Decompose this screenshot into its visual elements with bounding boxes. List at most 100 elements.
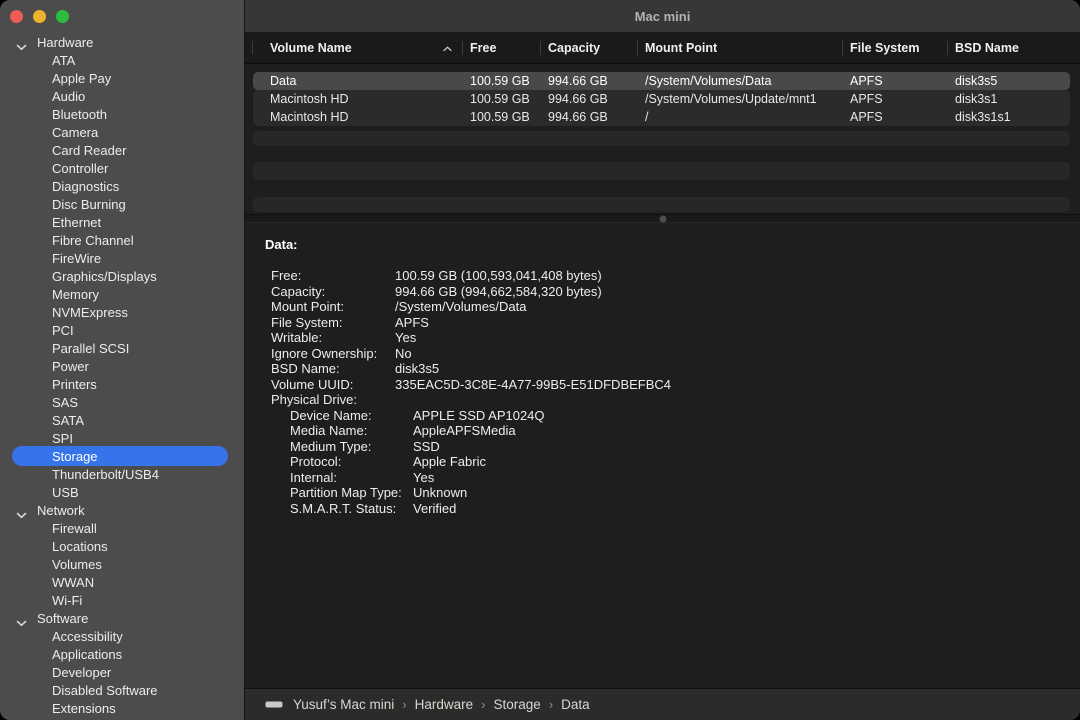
column-header-capacity[interactable]: Capacity xyxy=(540,33,637,63)
breadcrumb-separator: › xyxy=(481,697,485,712)
breadcrumb-item-data[interactable]: Data xyxy=(561,697,590,712)
cell-file-system: APFS xyxy=(842,110,947,124)
cell-mount-point: /System/Volumes/Update/mnt1 xyxy=(637,92,842,106)
sidebar-item-memory[interactable]: Memory xyxy=(0,285,243,303)
detail-field-protocol: Protocol:Apple Fabric xyxy=(245,454,1080,470)
sidebar-item-usb[interactable]: USB xyxy=(0,483,243,501)
detail-field-value: 335EAC5D-3C8E-4A77-99B5-E51DFDBEFBC4 xyxy=(395,377,671,393)
detail-field-partition-map-type: Partition Map Type:Unknown xyxy=(245,485,1080,501)
sidebar-item-wi-fi[interactable]: Wi-Fi xyxy=(0,591,243,609)
sidebar-item-printers[interactable]: Printers xyxy=(0,375,243,393)
sidebar-item-disc-burning[interactable]: Disc Burning xyxy=(0,195,243,213)
sidebar-item-thunderbolt-usb4[interactable]: Thunderbolt/USB4 xyxy=(0,465,243,483)
sidebar-item-power[interactable]: Power xyxy=(0,357,243,375)
sidebar-item-ata[interactable]: ATA xyxy=(0,51,243,69)
sidebar-item-firewire[interactable]: FireWire xyxy=(0,249,243,267)
column-header-bsd-name[interactable]: BSD Name xyxy=(947,33,1080,63)
cell-bsd-name: disk3s1s1 xyxy=(947,110,1070,124)
sidebar-group-software[interactable]: Software xyxy=(0,609,243,627)
sidebar-group-network[interactable]: Network xyxy=(0,501,243,519)
window-controls xyxy=(10,10,69,23)
window-title: Mac mini xyxy=(635,9,691,24)
sidebar-item-sata[interactable]: SATA xyxy=(0,411,243,429)
chevron-down-icon xyxy=(16,507,27,514)
sidebar: HardwareATAApple PayAudioBluetoothCamera… xyxy=(0,0,245,720)
detail-field-value: Yes xyxy=(395,330,416,346)
detail-field-label: Physical Drive: xyxy=(271,392,395,408)
sidebar-item-pci[interactable]: PCI xyxy=(0,321,243,339)
sidebar-item-diagnostics[interactable]: Diagnostics xyxy=(0,177,243,195)
detail-field-ignore-ownership: Ignore Ownership:No xyxy=(245,346,1080,362)
chevron-down-icon xyxy=(16,39,27,46)
sidebar-item-disabled-software[interactable]: Disabled Software xyxy=(0,681,243,699)
sidebar-item-fibre-channel[interactable]: Fibre Channel xyxy=(0,231,243,249)
sidebar-item-spi[interactable]: SPI xyxy=(0,429,243,447)
breadcrumb-item-yusuf-s-mac-mini[interactable]: Yusuf’s Mac mini xyxy=(293,697,394,712)
sidebar-item-locations[interactable]: Locations xyxy=(0,537,243,555)
column-header-volume-name[interactable]: Volume Name xyxy=(253,33,462,63)
sidebar-nav: HardwareATAApple PayAudioBluetoothCamera… xyxy=(0,33,243,717)
detail-field-label: Partition Map Type: xyxy=(290,485,413,501)
sidebar-item-firewall[interactable]: Firewall xyxy=(0,519,243,537)
sidebar-group-hardware[interactable]: Hardware xyxy=(0,33,243,51)
sidebar-item-applications[interactable]: Applications xyxy=(0,645,243,663)
cell-file-system: APFS xyxy=(842,92,947,106)
sidebar-item-sas[interactable]: SAS xyxy=(0,393,243,411)
sidebar-item-volumes[interactable]: Volumes xyxy=(0,555,243,573)
breadcrumb-item-hardware[interactable]: Hardware xyxy=(415,697,474,712)
sidebar-item-ethernet[interactable]: Ethernet xyxy=(0,213,243,231)
details-fields: Free:100.59 GB (100,593,041,408 bytes)Ca… xyxy=(245,268,1080,516)
sidebar-item-extensions[interactable]: Extensions xyxy=(0,699,243,717)
sidebar-item-storage[interactable]: Storage xyxy=(0,447,243,465)
detail-field-label: Media Name: xyxy=(290,423,413,439)
detail-field-capacity: Capacity:994.66 GB (994,662,584,320 byte… xyxy=(245,284,1080,300)
sidebar-item-developer[interactable]: Developer xyxy=(0,663,243,681)
table-row-macintosh-hd-disk3s1[interactable]: Macintosh HD100.59 GB994.66 GB/System/Vo… xyxy=(253,90,1070,108)
sidebar-item-controller[interactable]: Controller xyxy=(0,159,243,177)
minimize-button[interactable] xyxy=(33,10,46,23)
cell-mount-point: / xyxy=(637,110,842,124)
table-row-data-disk3s5[interactable]: Data100.59 GB994.66 GB/System/Volumes/Da… xyxy=(253,72,1070,90)
sidebar-item-wwan[interactable]: WWAN xyxy=(0,573,243,591)
sidebar-item-parallel-scsi[interactable]: Parallel SCSI xyxy=(0,339,243,357)
table-header: Volume NameFreeCapacityMount PointFile S… xyxy=(245,33,1080,64)
breadcrumb-separator: › xyxy=(402,697,406,712)
detail-field-label: Device Name: xyxy=(290,408,413,424)
detail-field-value: AppleAPFSMedia xyxy=(413,423,516,439)
detail-field-value: Verified xyxy=(413,501,456,517)
details-title: Data: xyxy=(265,237,1080,252)
close-button[interactable] xyxy=(10,10,23,23)
detail-field-volume-uuid: Volume UUID:335EAC5D-3C8E-4A77-99B5-E51D… xyxy=(245,377,1080,393)
sidebar-item-card-reader[interactable]: Card Reader xyxy=(0,141,243,159)
empty-row-stripe xyxy=(253,131,1070,146)
empty-row-stripe xyxy=(253,197,1070,212)
breadcrumb-separator: › xyxy=(549,697,553,712)
pane-splitter[interactable] xyxy=(245,214,1080,223)
sidebar-item-apple-pay[interactable]: Apple Pay xyxy=(0,69,243,87)
sidebar-item-camera[interactable]: Camera xyxy=(0,123,243,141)
cell-capacity: 994.66 GB xyxy=(540,110,637,124)
cell-mount-point: /System/Volumes/Data xyxy=(637,74,842,88)
detail-field-label: File System: xyxy=(271,315,395,331)
column-header-file-system[interactable]: File System xyxy=(842,33,947,63)
detail-field-value: SSD xyxy=(413,439,440,455)
column-header-mount-point[interactable]: Mount Point xyxy=(637,33,842,63)
sidebar-item-nvmexpress[interactable]: NVMExpress xyxy=(0,303,243,321)
window-titlebar[interactable]: Mac mini xyxy=(245,0,1080,33)
detail-field-label: Mount Point: xyxy=(271,299,395,315)
breadcrumb-item-storage[interactable]: Storage xyxy=(494,697,541,712)
detail-field-value: Yes xyxy=(413,470,434,486)
detail-field-value: Unknown xyxy=(413,485,467,501)
cell-bsd-name: disk3s5 xyxy=(947,74,1070,88)
detail-field-value: No xyxy=(395,346,412,362)
sidebar-item-accessibility[interactable]: Accessibility xyxy=(0,627,243,645)
column-header-free[interactable]: Free xyxy=(462,33,540,63)
detail-field-value: Apple Fabric xyxy=(413,454,486,470)
sidebar-item-audio[interactable]: Audio xyxy=(0,87,243,105)
sidebar-item-bluetooth[interactable]: Bluetooth xyxy=(0,105,243,123)
sidebar-item-graphics-displays[interactable]: Graphics/Displays xyxy=(0,267,243,285)
table-row-macintosh-hd-disk3s1s1[interactable]: Macintosh HD100.59 GB994.66 GB/APFSdisk3… xyxy=(253,108,1070,126)
zoom-button[interactable] xyxy=(56,10,69,23)
empty-row-stripe xyxy=(253,162,1070,180)
cell-volume-name: Macintosh HD xyxy=(253,110,462,124)
